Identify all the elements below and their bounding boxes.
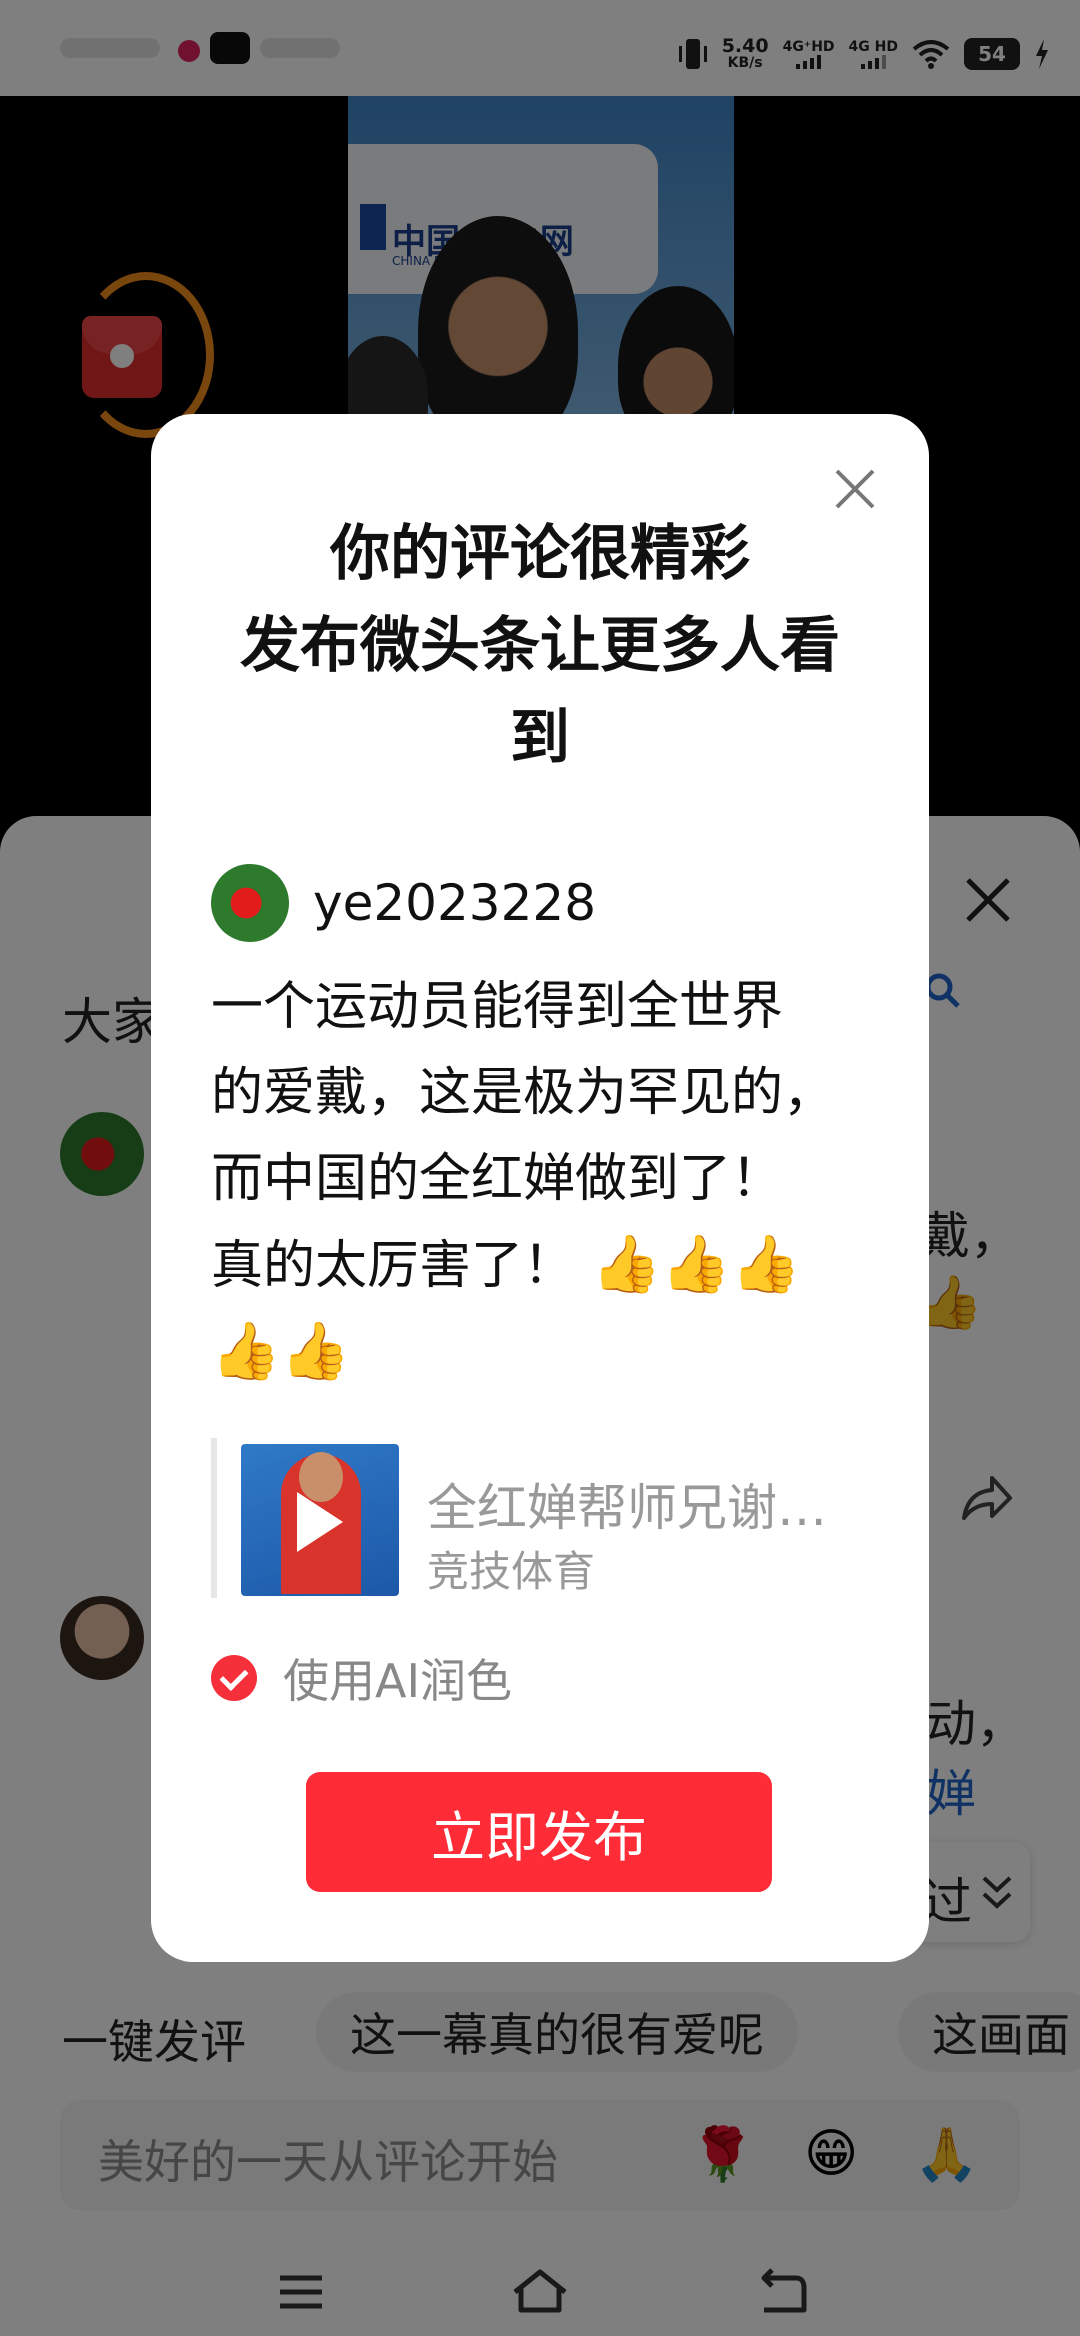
close-icon[interactable]	[832, 466, 878, 512]
publish-dialog: 你的评论很精彩 发布微头条让更多人看 到 ye2023228 一个运动员能得到全…	[151, 414, 929, 1962]
thumbs-up-emoji: 👍	[591, 1232, 662, 1297]
thumbs-up-emoji: 👍	[211, 1319, 281, 1384]
ai-polish-option[interactable]: 使用AI润色	[211, 1648, 512, 1708]
avatar	[211, 864, 289, 942]
referenced-video-channel: 竞技体育	[427, 1547, 596, 1596]
referenced-video-card[interactable]: 全红婵帮师兄谢… 竞技体育	[211, 1438, 877, 1598]
thumbs-up-emoji: 👍	[280, 1319, 351, 1384]
username: ye2023228	[313, 874, 597, 932]
thumbs-up-emoji: 👍	[661, 1232, 732, 1297]
thumbs-up-emoji: 👍	[731, 1232, 801, 1297]
referenced-video-title: 全红婵帮师兄谢…	[427, 1479, 827, 1537]
video-thumbnail	[241, 1444, 399, 1596]
publish-now-button[interactable]: 立即发布	[306, 1772, 772, 1892]
comment-preview: 一个运动员能得到全世界 的爱戴，这是极为罕见的， 而中国的全红婵做到了！ 真的太…	[211, 977, 836, 1384]
dialog-title: 你的评论很精彩 发布微头条让更多人看 到	[240, 519, 840, 773]
checkbox-checked-icon[interactable]	[211, 1655, 257, 1701]
play-icon	[297, 1492, 343, 1552]
ai-polish-label: 使用AI润色	[283, 1654, 513, 1708]
